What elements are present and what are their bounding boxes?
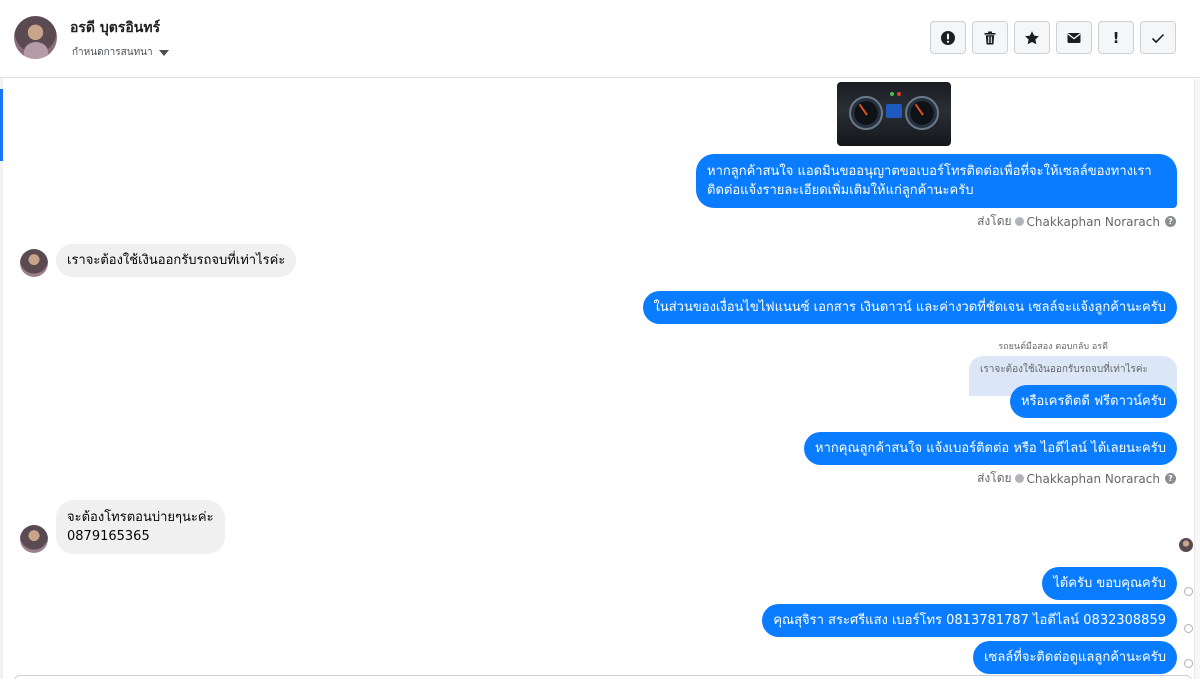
- dashboard-warning-light: [897, 92, 901, 96]
- message-text: หรือเครดิตดี ฟรีดาวน์ครับ: [1021, 394, 1166, 409]
- exclamation-icon: !: [1112, 28, 1120, 47]
- contact-name[interactable]: อรดี บุตรอินทร์: [70, 17, 160, 39]
- inbox-conversation-view: อรดี บุตรอินทร์ กำหนดการสนทนา ! หากลูกค้…: [0, 0, 1200, 679]
- star-button[interactable]: [1014, 21, 1050, 54]
- thread-scrollbar[interactable]: [1194, 79, 1200, 679]
- conversation-label-text: กำหนดการสนทนา: [72, 47, 153, 58]
- contact-avatar-small: [20, 525, 48, 553]
- done-button[interactable]: [1140, 21, 1176, 54]
- verified-badge-icon: [1014, 217, 1024, 226]
- caret-down-icon: [158, 49, 169, 56]
- message-text: หากลูกค้าสนใจ แอดมินขออนุญาตขอเบอร์โทรติ…: [707, 164, 1152, 179]
- message-text: เซลล์ที่จะติดต่อดูแลลูกค้านะครับ: [984, 650, 1166, 665]
- quoted-text: เราจะต้องใช้เงินออกรับรถจบที่เท่าไรค่ะ: [980, 364, 1148, 375]
- dashboard-gauge-left: [849, 96, 883, 130]
- message-text: หากคุณลูกค้าสนใจ แจ้งเบอร์ติดต่อ หรือ ไอ…: [815, 441, 1166, 456]
- outgoing-message[interactable]: เซลล์ที่จะติดต่อดูแลลูกค้านะครับ: [973, 641, 1177, 674]
- incoming-message[interactable]: เราจะต้องใช้เงินออกรับรถจบที่เท่าไรค่ะ: [56, 244, 297, 277]
- outgoing-message[interactable]: หรือเครดิตดี ฟรีดาวน์ครับ: [1010, 385, 1177, 418]
- message-text: จะต้องโทรตอนบ่ายๆนะค่ะ: [67, 510, 214, 525]
- message-text: ในส่วนของเงื่อนไขไฟแนนซ์ เอกสาร เงินดาวน…: [653, 300, 1166, 315]
- message-text: ได้ครับ ขอบคุณครับ: [1053, 576, 1166, 591]
- delete-button[interactable]: [972, 21, 1008, 54]
- checkmark-icon: [1151, 33, 1165, 43]
- conversation-header: อรดี บุตรอินทร์ กำหนดการสนทนา !: [0, 0, 1200, 78]
- contact-avatar[interactable]: [14, 16, 57, 59]
- sent-by-label: ส่งโดย Chakkaphan Norarach ?: [977, 469, 1176, 488]
- conversation-label-dropdown[interactable]: กำหนดการสนทนา: [72, 45, 169, 60]
- contact-avatar-small: [20, 249, 48, 277]
- important-button[interactable]: !: [1098, 21, 1134, 54]
- message-thread[interactable]: หากลูกค้าสนใจ แอดมินขออนุญาตขอเบอร์โทรติ…: [0, 79, 1200, 679]
- delivered-status-icon: [1184, 624, 1193, 633]
- outgoing-message[interactable]: หากคุณลูกค้าสนใจ แจ้งเบอร์ติดต่อ หรือ ไอ…: [804, 432, 1177, 465]
- conversation-toolbar: !: [930, 21, 1176, 54]
- message-composer[interactable]: [14, 675, 1192, 679]
- message-text: ติดต่อแจ้งรายละเอียดเพิ่มเติมให้แก่ลูกค้…: [707, 183, 974, 198]
- star-icon: [1025, 30, 1039, 44]
- verified-badge-icon: [1014, 474, 1024, 483]
- dashboard-display: [886, 104, 902, 118]
- envelope-icon: [1067, 32, 1081, 43]
- trash-icon: [984, 31, 996, 44]
- dashboard-gauge-right: [905, 96, 939, 130]
- outgoing-message[interactable]: ในส่วนของเงื่อนไขไฟแนนซ์ เอกสาร เงินดาวน…: [642, 291, 1177, 324]
- delivered-status-icon: [1184, 659, 1193, 668]
- help-icon[interactable]: ?: [1165, 216, 1176, 227]
- sent-by-agent: Chakkaphan Norarach: [1026, 214, 1160, 229]
- message-text: 0879165365: [67, 529, 150, 544]
- help-icon[interactable]: ?: [1165, 473, 1176, 484]
- sent-by-label: ส่งโดย Chakkaphan Norarach ?: [977, 212, 1176, 231]
- alert-circle-icon: [941, 30, 955, 45]
- outgoing-message[interactable]: หากลูกค้าสนใจ แอดมินขออนุญาตขอเบอร์โทรติ…: [696, 154, 1177, 208]
- spam-button[interactable]: [930, 21, 966, 54]
- sent-by-agent: Chakkaphan Norarach: [1026, 471, 1160, 486]
- sent-by-prefix: ส่งโดย: [977, 214, 1012, 228]
- reply-caption: รถยนต์มือสอง ตอบกลับ อรดี: [998, 342, 1108, 352]
- message-text: เราจะต้องใช้เงินออกรับรถจบที่เท่าไรค่ะ: [67, 253, 286, 268]
- shared-photo-car-dashboard[interactable]: [837, 82, 951, 146]
- dashboard-warning-light: [890, 92, 894, 96]
- outgoing-message[interactable]: คุณสุจิรา สระศรีแสง เบอร์โทร 0813781787 …: [762, 604, 1177, 637]
- delivered-status-icon: [1184, 587, 1193, 596]
- incoming-message[interactable]: จะต้องโทรตอนบ่ายๆนะค่ะ 0879165365: [56, 500, 225, 554]
- message-text: คุณสุจิรา สระศรีแสง เบอร์โทร 0813781787 …: [773, 613, 1166, 628]
- mark-unread-button[interactable]: [1056, 21, 1092, 54]
- outgoing-message[interactable]: ได้ครับ ขอบคุณครับ: [1042, 567, 1177, 600]
- sent-by-prefix: ส่งโดย: [977, 471, 1012, 485]
- read-receipt-avatar: [1179, 538, 1193, 552]
